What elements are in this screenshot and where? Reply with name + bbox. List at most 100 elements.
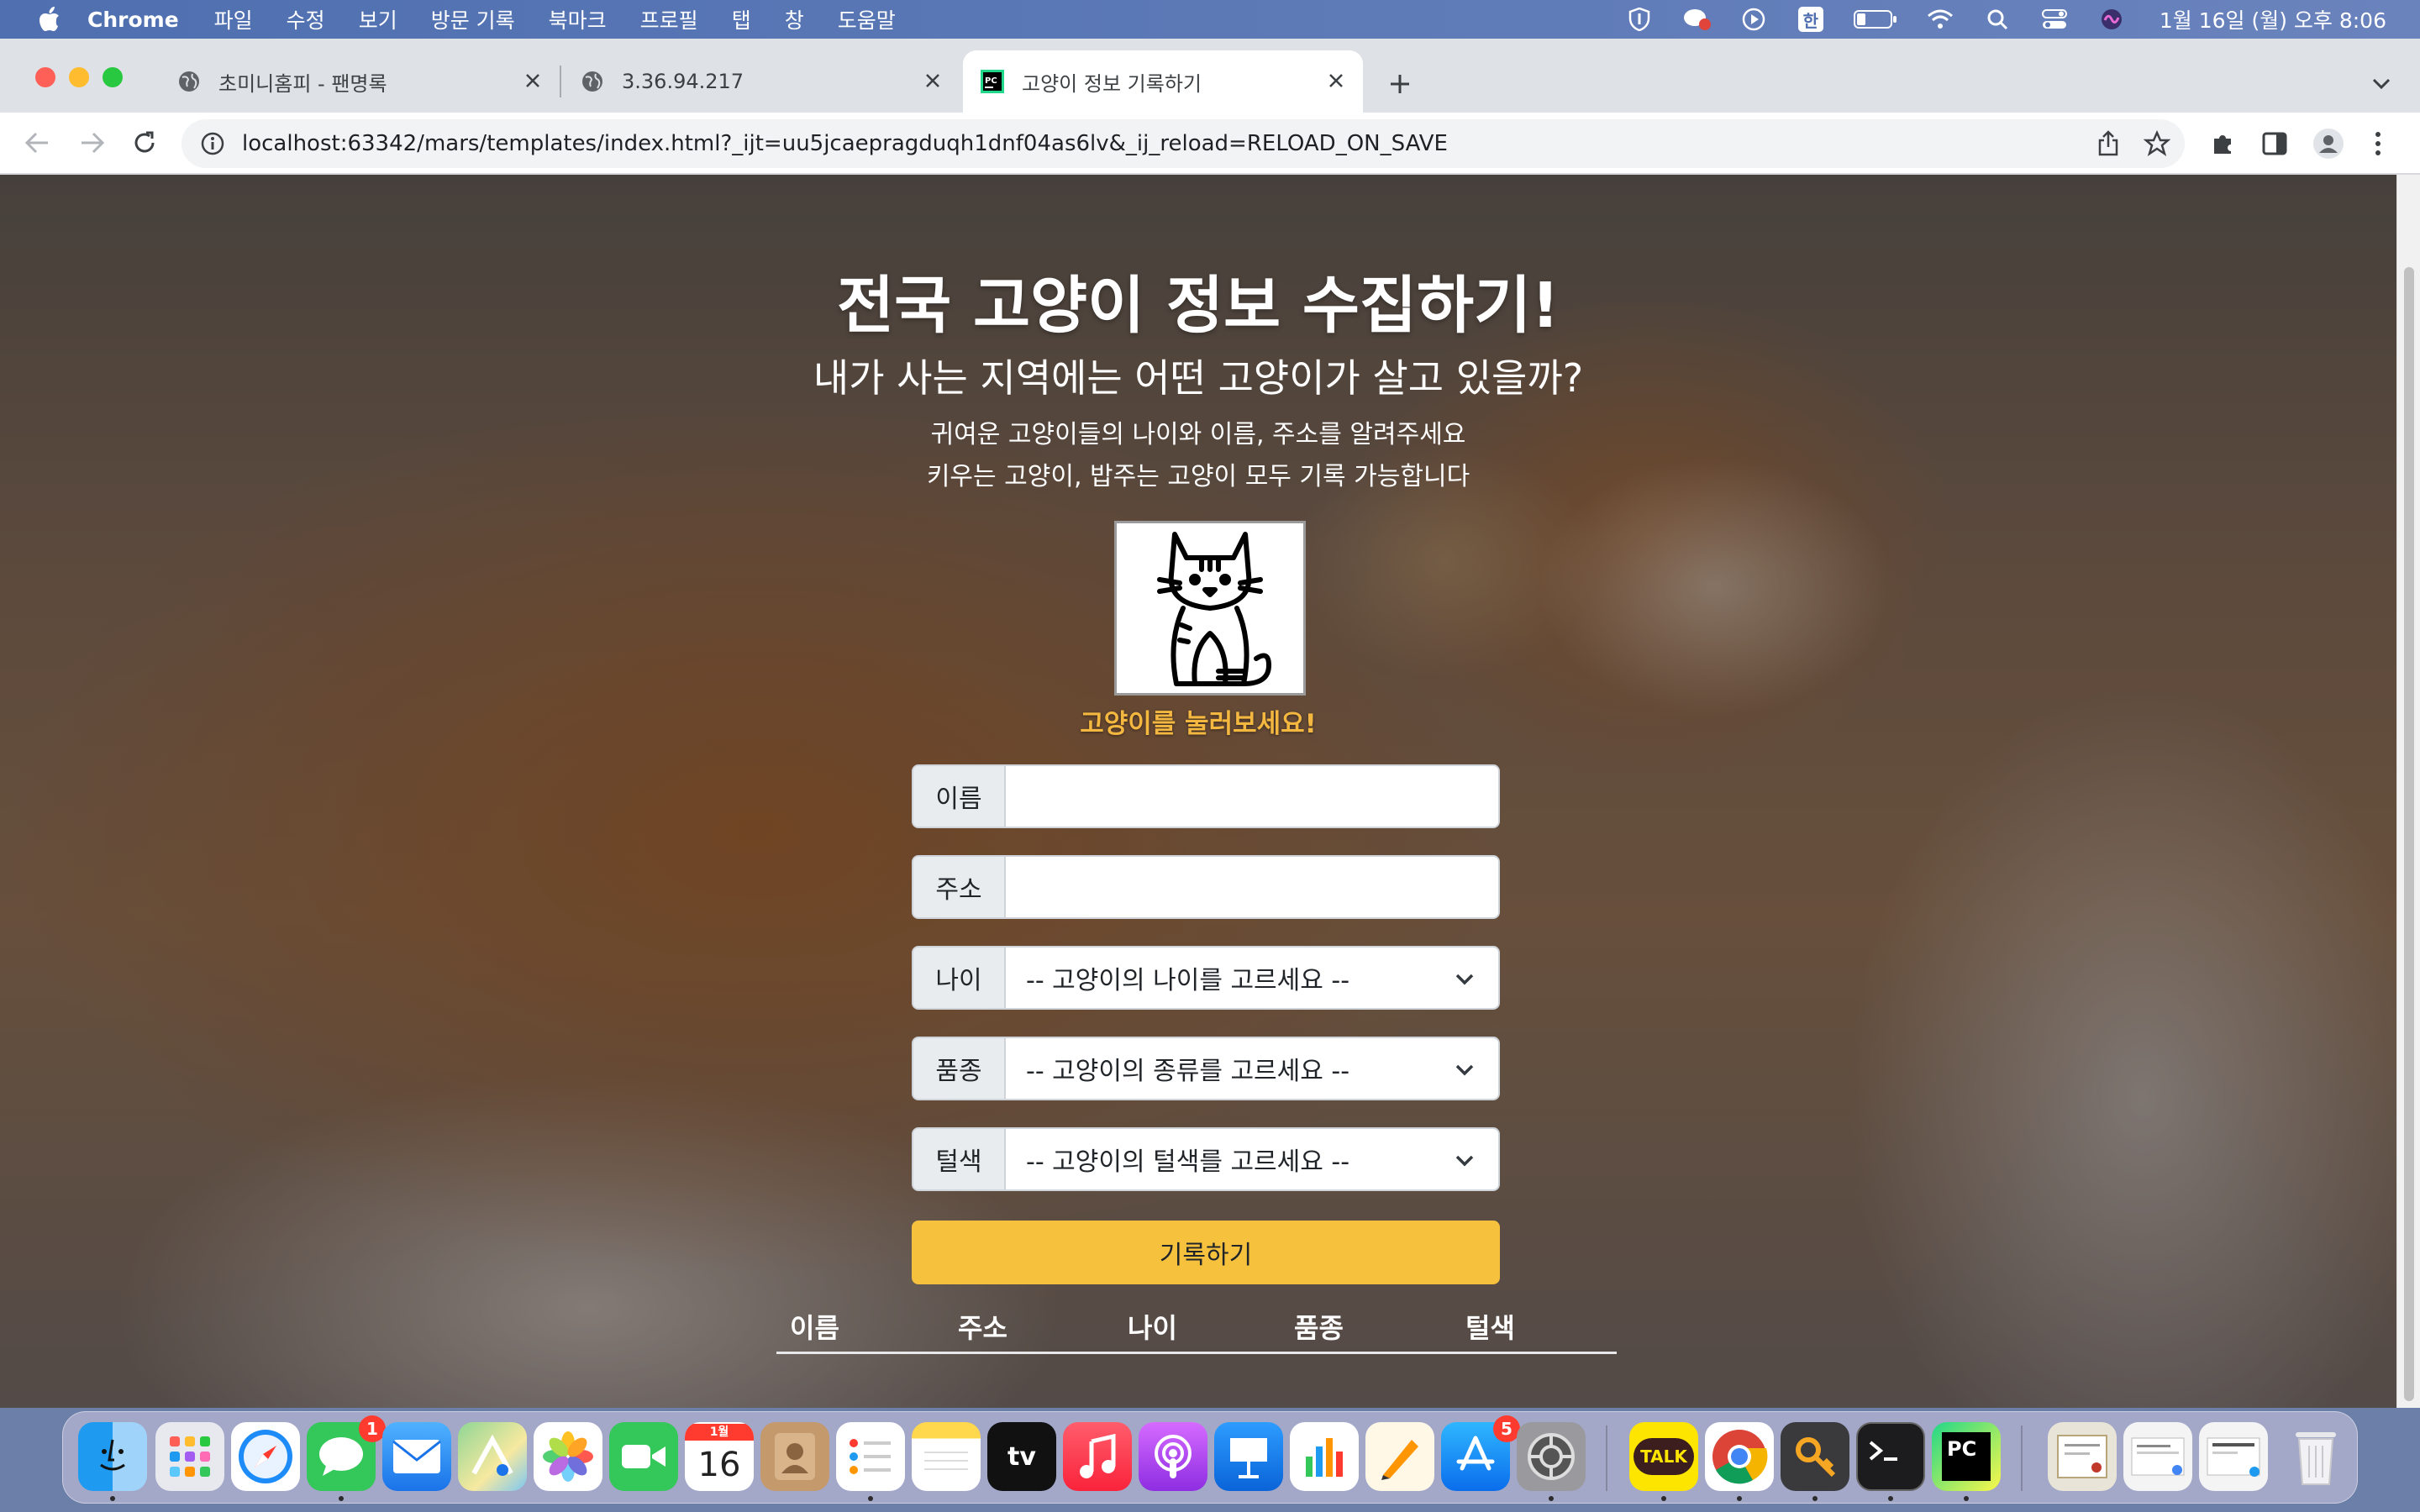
menu-window[interactable]: 창 (785, 4, 804, 34)
age-select[interactable]: -- 고양이의 나이를 고르세요 -- (1006, 948, 1498, 1008)
terminal-icon[interactable] (1856, 1422, 1925, 1491)
color-select[interactable]: -- 고양이의 털색를 고르세요 -- (1006, 1129, 1498, 1189)
address-input[interactable] (1006, 857, 1498, 917)
tab-close-icon[interactable] (921, 69, 944, 92)
reload-icon[interactable] (128, 126, 161, 160)
calendar-day: 16 (697, 1446, 741, 1484)
photos-icon[interactable] (534, 1422, 602, 1491)
site-info-icon[interactable] (198, 129, 227, 158)
menu-file[interactable]: 파일 (214, 4, 253, 34)
dock-separator (1606, 1425, 1607, 1491)
url-text: localhost:63342/mars/templates/index.htm… (242, 131, 1448, 156)
notes-icon[interactable] (912, 1422, 981, 1491)
back-arrow-icon[interactable] (20, 126, 54, 160)
window-zoom-button[interactable] (103, 67, 123, 87)
running-indicator (1549, 1496, 1554, 1501)
apple-icon[interactable] (37, 7, 62, 32)
tab-close-icon[interactable] (521, 69, 544, 92)
facetime-icon[interactable] (609, 1422, 678, 1491)
globe-icon (176, 69, 202, 94)
tab-ip-address[interactable]: 3.36.94.217 (563, 50, 960, 113)
pycharm-favicon-icon: PC (980, 69, 1005, 94)
mail-icon[interactable] (382, 1422, 451, 1491)
calendar-icon[interactable]: 1월 16 (685, 1422, 754, 1491)
tab-minihompy[interactable]: 초미니홈피 - 팬명록 (160, 50, 560, 113)
wifi-icon[interactable] (1926, 7, 1954, 32)
new-tab-plus-icon[interactable] (1383, 67, 1417, 101)
podcasts-icon[interactable] (1139, 1422, 1207, 1491)
launchpad-icon[interactable] (155, 1422, 224, 1491)
contacts-icon[interactable] (760, 1422, 829, 1491)
records-table-header: 이름 주소 나이 품종 털색 (776, 1302, 1617, 1354)
menubar-status-area: 한 1월 16일 (월) 오후 8:06 (1625, 0, 2386, 39)
scrollbar-thumb[interactable] (2404, 267, 2414, 1401)
breed-select[interactable]: -- 고양이의 종류를 고르세요 -- (1006, 1038, 1498, 1099)
menu-profiles[interactable]: 프로필 (640, 4, 698, 34)
page-scrollbar[interactable] (2396, 175, 2420, 1408)
menu-help[interactable]: 도움말 (838, 4, 896, 34)
age-label: 나이 (913, 948, 1006, 1008)
cat-image-button[interactable] (1114, 521, 1306, 696)
control-center-icon[interactable] (2040, 7, 2069, 32)
page-viewport: 전국 고양이 정보 수집하기! 내가 사는 지역에는 어떤 고양이가 살고 있을… (0, 175, 2396, 1408)
address-bar[interactable]: localhost:63342/mars/templates/index.htm… (182, 119, 2185, 168)
browser-window: 초미니홈피 - 팬명록 3.36.94.217 PC 고양이 정보 기록하기 l… (0, 39, 2420, 1408)
forward-arrow-icon[interactable] (76, 126, 109, 160)
tab-cat-info[interactable]: PC 고양이 정보 기록하기 (963, 50, 1363, 113)
pycharm-icon[interactable]: PC (1932, 1422, 2001, 1491)
side-panel-icon[interactable] (2259, 128, 2291, 160)
battery-icon[interactable] (1853, 7, 1897, 32)
chrome-menu-kebab-icon[interactable] (2368, 128, 2388, 160)
running-indicator (1888, 1496, 1893, 1501)
breed-select-group: 품종 -- 고양이의 종류를 고르세요 -- (912, 1037, 1500, 1100)
table-header-address: 주소 (958, 1312, 1007, 1344)
play-circle-icon[interactable] (1739, 7, 1768, 32)
system-preferences-icon[interactable] (1517, 1422, 1586, 1491)
running-indicator (1737, 1496, 1742, 1501)
globe-icon (580, 69, 605, 94)
reminders-icon[interactable] (836, 1422, 905, 1491)
pages-icon[interactable] (1365, 1422, 1434, 1491)
kakaotalk-icon[interactable]: TALK (1629, 1422, 1698, 1491)
siri-icon[interactable] (2097, 7, 2126, 32)
page-title: 전국 고양이 정보 수집하기! (837, 270, 1560, 342)
share-icon[interactable] (2094, 129, 2123, 158)
address-input-group: 주소 (912, 855, 1500, 919)
tab-close-icon[interactable] (1324, 69, 1348, 92)
window-minimize-button[interactable] (69, 67, 89, 87)
menu-edit[interactable]: 수정 (287, 4, 325, 34)
document-thumbnail[interactable] (2123, 1422, 2192, 1491)
menu-view[interactable]: 보기 (359, 4, 397, 34)
pycharm-label: PC (1942, 1432, 1991, 1481)
extensions-puzzle-icon[interactable] (2207, 128, 2238, 160)
submit-record-button[interactable]: 기록하기 (912, 1221, 1500, 1284)
vpn-shield-icon[interactable] (1625, 7, 1654, 32)
page-subtitle: 내가 사는 지역에는 어떤 고양이가 살고 있을까? (813, 355, 1584, 401)
spotlight-search-icon[interactable] (1983, 7, 2012, 32)
menu-app-name[interactable]: Chrome (87, 8, 179, 32)
chat-bubble-icon[interactable] (1682, 7, 1711, 32)
certificate-document-thumbnail[interactable] (2048, 1422, 2117, 1491)
input-method-icon[interactable]: 한 (1797, 7, 1825, 32)
name-input[interactable] (1006, 766, 1498, 827)
apple-tv-icon[interactable]: tv (987, 1422, 1056, 1491)
menu-history[interactable]: 방문 기록 (431, 4, 515, 34)
maps-icon[interactable] (458, 1422, 527, 1491)
bookmark-star-icon[interactable] (2143, 129, 2171, 158)
trash-icon[interactable] (2281, 1422, 2350, 1491)
keynote-icon[interactable] (1214, 1422, 1283, 1491)
menubar-clock[interactable]: 1월 16일 (월) 오후 8:06 (2160, 4, 2386, 34)
keychain-access-icon[interactable] (1781, 1422, 1849, 1491)
music-icon[interactable] (1063, 1422, 1132, 1491)
screenshot-thumbnail[interactable] (2199, 1422, 2268, 1491)
tab-search-chevron-icon[interactable] (2366, 69, 2396, 99)
menu-tab[interactable]: 탭 (732, 4, 751, 34)
chrome-icon[interactable] (1705, 1422, 1774, 1491)
menu-bookmarks[interactable]: 북마크 (549, 4, 607, 34)
window-close-button[interactable] (35, 67, 55, 87)
age-select-value: -- 고양이의 나이를 고르세요 -- (1026, 966, 1350, 995)
finder-icon[interactable] (78, 1422, 147, 1491)
safari-icon[interactable] (231, 1422, 300, 1491)
profile-avatar-icon[interactable] (2312, 128, 2344, 160)
numbers-icon[interactable] (1290, 1422, 1359, 1491)
